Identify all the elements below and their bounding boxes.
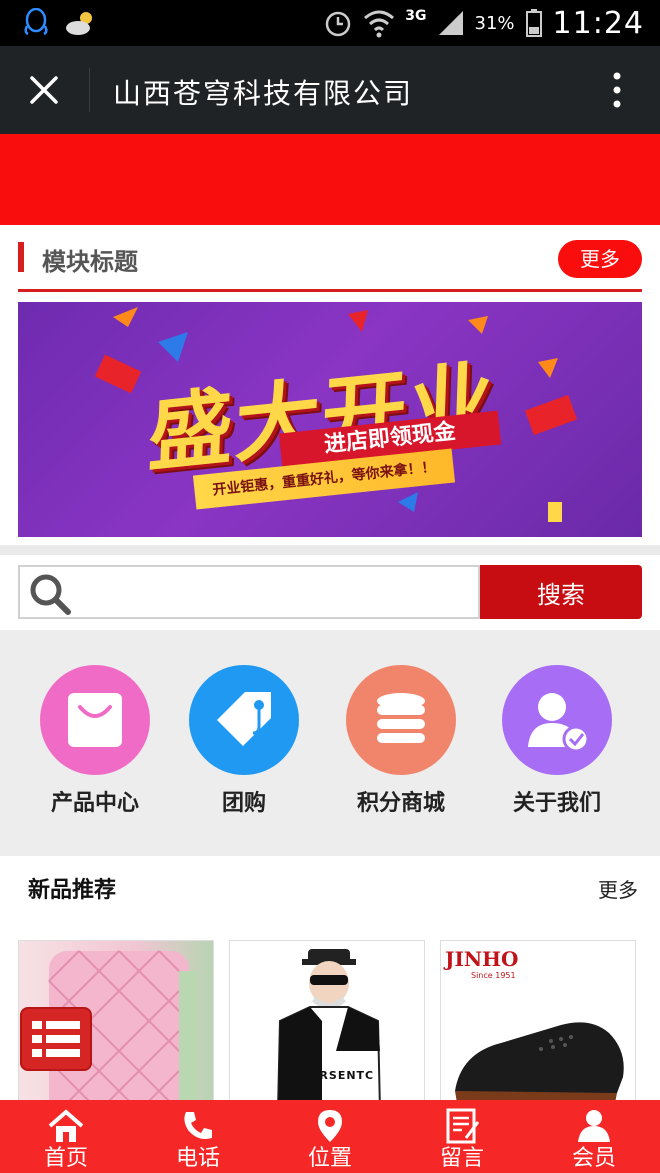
bottom-nav-phone[interactable]: 电话 <box>132 1100 264 1173</box>
signal-icon <box>438 11 463 35</box>
network-type: 3G <box>405 8 427 24</box>
location-icon <box>318 1110 342 1142</box>
nav-item-points-mall[interactable]: 积分商城 <box>336 665 466 817</box>
search-button[interactable]: 搜索 <box>480 565 642 619</box>
product-card[interactable]: JINHO Since 1951 <box>440 940 636 1110</box>
nav-item-about-us[interactable]: 关于我们 <box>492 665 622 817</box>
clock: 11:24 <box>552 5 644 41</box>
nav-item-group-buy[interactable]: 团购 <box>179 665 309 817</box>
product-card[interactable]: YARSENTC <box>229 940 425 1110</box>
header-banner <box>0 134 660 225</box>
nav-label: 团购 <box>221 790 266 816</box>
search-input[interactable] <box>80 573 470 611</box>
member-icon <box>578 1110 610 1142</box>
accent-bar <box>18 242 24 272</box>
more-options-icon[interactable] <box>612 72 622 108</box>
close-icon[interactable] <box>22 68 66 112</box>
home-icon <box>48 1109 84 1142</box>
wifi-icon <box>364 10 395 38</box>
app-bar: 山西苍穹科技有限公司 <box>0 46 660 134</box>
module-more-button[interactable]: 更多 <box>558 240 642 278</box>
status-bar: 3G 31% 11:24 <box>0 0 660 46</box>
floating-menu-button[interactable] <box>20 1007 92 1071</box>
nav-grid: 产品中心 团购 积分商城 关于我们 <box>0 630 660 856</box>
promo-banner[interactable]: 盛大开业 进店即领现金 开业钜惠，重重好礼，等你来拿！！ <box>18 302 642 537</box>
search-icon <box>30 574 71 615</box>
bottom-nav-home[interactable]: 首页 <box>0 1100 132 1173</box>
nav-label: 积分商城 <box>356 790 445 816</box>
bottom-nav-location[interactable]: 位置 <box>264 1100 396 1173</box>
tshirt-model-image <box>277 949 381 1109</box>
brand-tagline: Since 1951 <box>471 971 516 980</box>
alarm-icon <box>326 11 351 37</box>
bottom-nav: 首页 电话 位置 留言 会员 <box>0 1100 660 1173</box>
user-check-icon <box>502 665 612 775</box>
nav-item-products[interactable]: 产品中心 <box>30 665 160 817</box>
qq-icon <box>24 8 48 36</box>
bottom-nav-message[interactable]: 留言 <box>396 1100 528 1173</box>
bottom-nav-member[interactable]: 会员 <box>528 1100 660 1173</box>
divider <box>89 68 90 112</box>
list-icon <box>32 1021 80 1057</box>
search-bar: 搜索 <box>0 545 660 630</box>
battery-icon <box>525 9 542 37</box>
coin-stack-icon <box>346 665 456 775</box>
bottom-nav-label: 电话 <box>175 1146 220 1171</box>
module-title: 模块标题 <box>42 247 138 276</box>
bottom-nav-label: 留言 <box>439 1146 484 1171</box>
bottom-nav-label: 首页 <box>43 1146 88 1171</box>
bottom-nav-label: 会员 <box>571 1146 616 1171</box>
tshirt-print-text: YARSENTC <box>302 1069 375 1082</box>
message-icon <box>446 1108 480 1144</box>
product-list: YARSENTC JINHO Since 1951 <box>0 920 660 1110</box>
tag-icon <box>189 665 299 775</box>
nav-label: 关于我们 <box>512 790 601 816</box>
brand-logo: JINHO <box>445 947 519 971</box>
new-products-more-link[interactable]: 更多 <box>598 874 638 903</box>
shopping-bag-icon <box>40 665 150 775</box>
bottom-nav-label: 位置 <box>307 1146 352 1171</box>
new-products-header: 新品推荐 更多 <box>0 856 660 920</box>
page-title: 山西苍穹科技有限公司 <box>113 77 414 110</box>
battery-percent: 31% <box>474 12 515 34</box>
search-box <box>18 565 480 619</box>
nav-label: 产品中心 <box>50 790 139 816</box>
new-products-title: 新品推荐 <box>28 877 117 903</box>
phone-icon <box>184 1112 212 1139</box>
module-header: 模块标题 更多 <box>18 240 642 292</box>
weather-icon <box>66 12 92 35</box>
